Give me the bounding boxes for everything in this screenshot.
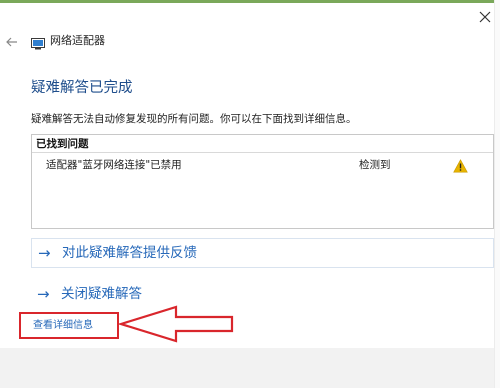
window-top-strip xyxy=(0,0,500,3)
problem-row[interactable]: 适配器"蓝牙网络连接"已禁用 检测到 xyxy=(32,152,493,181)
feedback-link[interactable]: → 对此疑难解答提供反馈 xyxy=(31,238,494,268)
close-troubleshooter-link[interactable]: → 关闭疑难解答 xyxy=(31,283,231,305)
view-details-label: 查看详细信息 xyxy=(33,320,93,331)
close-icon xyxy=(479,11,491,23)
window-right-edge xyxy=(494,0,500,388)
annotation-arrow-icon xyxy=(118,305,234,343)
close-troubleshooter-label: 关闭疑难解答 xyxy=(61,286,142,302)
warning-icon xyxy=(453,158,468,173)
problem-text: 适配器"蓝牙网络连接"已禁用 xyxy=(46,159,182,171)
footer-area xyxy=(0,348,500,388)
window-title: 网络适配器 xyxy=(50,34,105,47)
back-arrow-icon xyxy=(6,37,17,47)
back-button[interactable] xyxy=(4,34,20,48)
view-details-link[interactable]: 查看详细信息 xyxy=(19,312,119,339)
network-adapter-icon xyxy=(31,35,45,50)
feedback-link-label: 对此疑难解答提供反馈 xyxy=(62,245,197,261)
close-button[interactable] xyxy=(474,6,496,28)
problems-header: 已找到问题 xyxy=(36,138,89,150)
problem-status: 检测到 xyxy=(359,159,391,171)
arrow-right-icon: → xyxy=(37,285,50,303)
arrow-right-icon: → xyxy=(38,244,51,262)
description-text: 疑难解答无法自动修复发现的所有问题。你可以在下面找到详细信息。 xyxy=(31,113,357,125)
page-title: 疑难解答已完成 xyxy=(31,80,133,96)
problems-panel: 已找到问题 适配器"蓝牙网络连接"已禁用 检测到 xyxy=(31,134,494,229)
